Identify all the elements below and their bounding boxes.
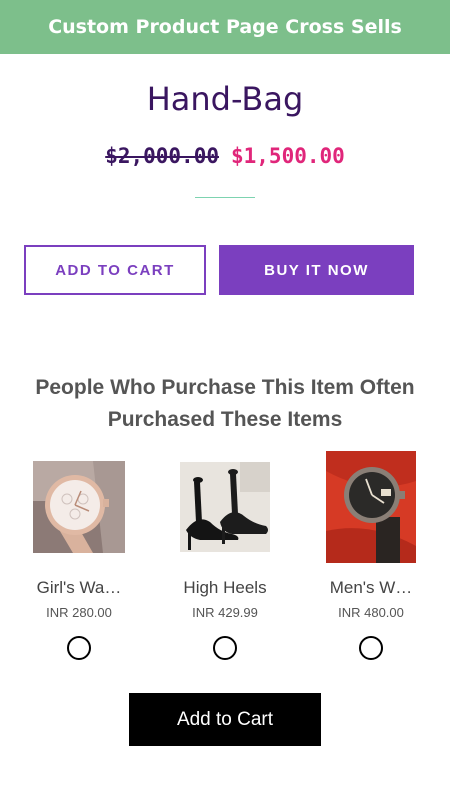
product-name[interactable]: Girl's Wa… [37, 578, 122, 598]
product-price: INR 429.99 [192, 605, 258, 620]
sale-price: $1,500.00 [231, 144, 345, 168]
product-image-high-heels[interactable] [166, 448, 284, 566]
cross-sell-item: Girl's Wa… INR 280.00 [20, 448, 138, 660]
add-to-cart-button[interactable]: ADD TO CART [24, 245, 206, 295]
cross-sell-add-to-cart-label: Add to Cart [176, 708, 274, 730]
select-radio[interactable] [67, 636, 91, 660]
add-to-cart-label: ADD TO CART [55, 261, 175, 279]
cross-sell-list: Girl's Wa… INR 280.00 High Heels INR 429… [20, 448, 430, 660]
buy-it-now-label: BUY IT NOW [264, 261, 369, 279]
buy-it-now-button[interactable]: BUY IT NOW [219, 245, 414, 295]
product-name[interactable]: Men's W… [330, 578, 413, 598]
product-image-mens-watch[interactable] [312, 448, 430, 566]
product-image-womens-watch[interactable] [20, 448, 138, 566]
select-radio[interactable] [359, 636, 383, 660]
product-price: INR 280.00 [46, 605, 112, 620]
cross-sell-item: Men's W… INR 480.00 [312, 448, 430, 660]
page-banner: Custom Product Page Cross Sells [0, 0, 450, 54]
product-name[interactable]: High Heels [183, 578, 266, 598]
select-radio[interactable] [213, 636, 237, 660]
cross-sell-heading: People Who Purchase This Item Often Purc… [35, 376, 415, 431]
price-block: $2,000.00 $1,500.00 [0, 144, 450, 168]
original-price: $2,000.00 [105, 144, 219, 168]
divider [195, 197, 255, 198]
product-title: Hand-Bag [146, 80, 304, 118]
banner-title: Custom Product Page Cross Sells [48, 16, 402, 38]
cross-sell-item: High Heels INR 429.99 [166, 448, 284, 660]
cross-sell-add-to-cart-button[interactable]: Add to Cart [129, 693, 321, 746]
product-price: INR 480.00 [338, 605, 404, 620]
